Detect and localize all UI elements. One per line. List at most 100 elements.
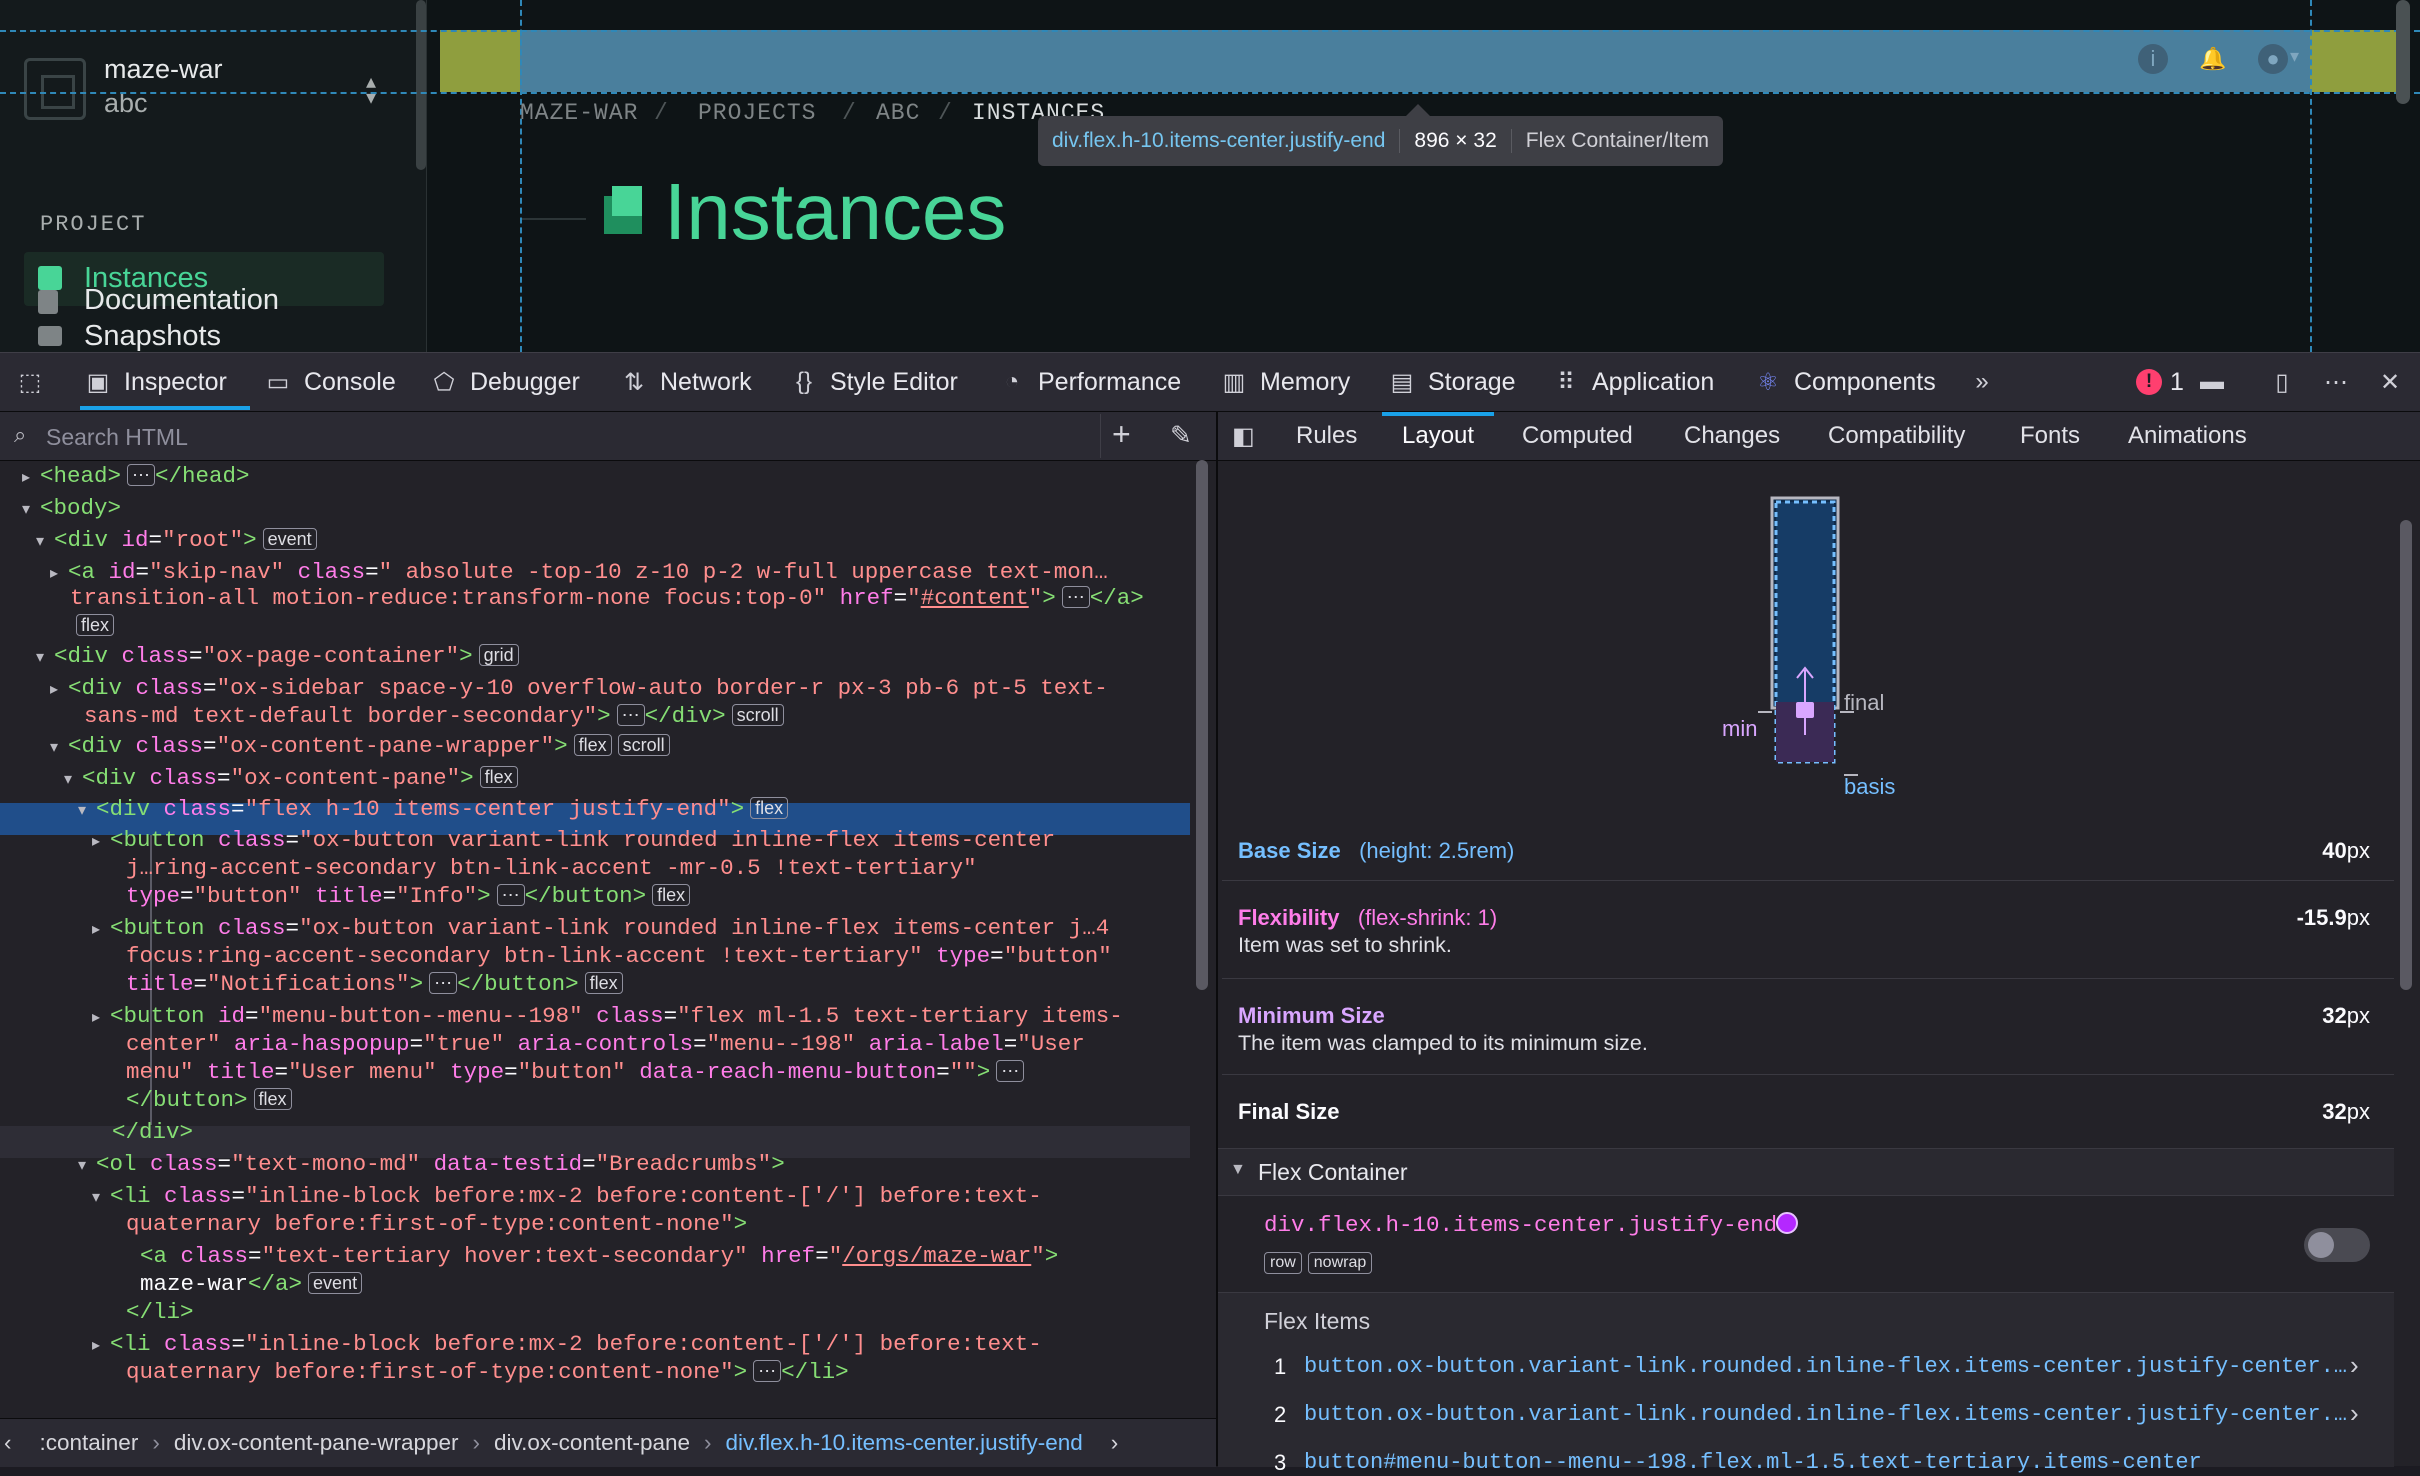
collapsed-twisty-icon[interactable]: ▸ <box>92 1332 110 1360</box>
markup-line[interactable]: ▸ <div class="ox-sidebar space-y-10 overf… <box>50 674 1108 704</box>
highlight-color-swatch[interactable] <box>1776 1212 1798 1234</box>
nav-item-documentation[interactable]: Documentation <box>84 284 279 317</box>
markup-line[interactable]: quaternary before:first-of-type:content-… <box>126 1210 747 1238</box>
tab-compatibility[interactable]: Compatibility <box>1828 412 1965 460</box>
collapsed-twisty-icon[interactable]: ▸ <box>92 828 110 856</box>
breadcrumb-maze-war[interactable]: MAZE-WAR <box>520 100 638 126</box>
markup-line[interactable]: </button> flex <box>126 1086 292 1114</box>
breadcrumb-node[interactable]: :container <box>26 1430 153 1456</box>
markup-line[interactable]: ▸ <li class="inline-block before:mx-2 bef… <box>92 1330 1042 1360</box>
tab-debugger[interactable]: ⬠ Debugger <box>430 353 580 411</box>
project-switcher-icon[interactable]: ▴ ▾ <box>366 72 376 108</box>
markup-line[interactable]: </li> <box>126 1298 194 1326</box>
markup-line[interactable]: ▸ <button id="menu-button--menu--198" cla… <box>92 1002 1123 1032</box>
tab-inspector[interactable]: ▣ Inspector <box>84 353 227 411</box>
toggle-pane-icon[interactable]: ◧ <box>1232 422 1255 451</box>
markup-line[interactable]: flex <box>70 612 115 640</box>
breadcrumb-projects[interactable]: PROJECTS <box>698 100 816 126</box>
tab-console[interactable]: ▭ Console <box>264 353 396 411</box>
tab-rules[interactable]: Rules <box>1296 412 1357 460</box>
tab-changes[interactable]: Changes <box>1684 412 1780 460</box>
markup-line[interactable]: ▾ <div class="ox-content-pane-wrapper"> fl… <box>50 732 670 762</box>
collapsed-twisty-icon[interactable]: ▸ <box>92 916 110 944</box>
error-count-button[interactable]: ! 1 <box>2136 353 2184 411</box>
collapsed-twisty-icon[interactable]: ▸ <box>50 560 68 588</box>
expanded-twisty-icon[interactable]: ▾ <box>36 644 54 672</box>
flex-container-selector[interactable]: div.flex.h-10.items-center.justify-end <box>1264 1212 1777 1238</box>
expanded-twisty-icon[interactable]: ▾ <box>36 528 54 556</box>
flex-item-link[interactable]: button.ox-button.variant-link.rounded.in… <box>1304 1354 2347 1379</box>
expanded-twisty-icon[interactable]: ▾ <box>22 496 40 524</box>
preview-scrollbar[interactable] <box>2396 0 2410 104</box>
markup-line[interactable]: type="button" title="Info"> ⋯ </button> fle… <box>126 882 691 910</box>
markup-line[interactable]: ▾ <ol class="text-mono-md" data-testid="B… <box>78 1150 785 1180</box>
markup-line[interactable]: ▾ <li class="inline-block before:mx-2 bef… <box>92 1182 1042 1212</box>
markup-line[interactable]: center" aria-haspopup="true" aria-contro… <box>126 1030 1085 1058</box>
overflow-tabs-icon[interactable]: » <box>1968 353 2008 411</box>
tab-components[interactable]: ⚛ Components <box>1754 353 1936 411</box>
markup-line[interactable]: ▾ <div id="root"> event <box>36 526 317 556</box>
tab-animations[interactable]: Animations <box>2128 412 2247 460</box>
markup-line[interactable]: title="Notifications"> ⋯ </button> flex <box>126 970 623 998</box>
markup-line[interactable]: ▾ <div class="flex h-10 items-center just… <box>78 795 789 825</box>
markup-line[interactable]: ▾ <div class="ox-content-pane"> flex <box>64 764 518 794</box>
markup-line[interactable]: focus:ring-accent-secondary btn-link-acc… <box>126 942 1112 970</box>
chevron-right-icon[interactable]: › <box>2350 1350 2359 1381</box>
markup-line[interactable]: <a class="text-tertiary hover:text-secon… <box>140 1242 1058 1270</box>
user-menu-icon[interactable]: ● <box>2258 44 2288 74</box>
markup-line[interactable]: ▸ <head> ⋯ </head> <box>22 462 250 492</box>
breadcrumb-node[interactable]: div.ox-content-pane-wrapper <box>160 1430 473 1456</box>
flex-item-link[interactable]: button#menu-button--menu--198.flex.ml-1.… <box>1304 1450 2202 1475</box>
collapsed-twisty-icon[interactable]: ▸ <box>92 1004 110 1032</box>
markup-line[interactable]: j…ring-accent-secondary btn-link-accent … <box>126 854 977 882</box>
ruler-icon[interactable]: ▬ <box>2198 353 2238 411</box>
flex-container-header[interactable]: ▼ Flex Container <box>1218 1148 2394 1196</box>
tab-storage[interactable]: ▤ Storage <box>1388 353 1516 411</box>
tab-network[interactable]: ⇅ Network <box>620 353 752 411</box>
markup-line[interactable]: ▾ <body> <box>22 494 121 524</box>
markup-line[interactable]: maze-war</a> event <box>140 1270 363 1298</box>
markup-line[interactable]: transition-all motion-reduce:transform-n… <box>70 584 1144 612</box>
element-picker-icon[interactable]: ⬚ <box>16 353 56 411</box>
tab-memory[interactable]: ▥ Memory <box>1220 353 1351 411</box>
sidebar-scrollbar[interactable] <box>416 0 426 170</box>
dock-side-icon[interactable]: ▯ <box>2268 353 2308 411</box>
collapsed-twisty-icon[interactable]: ▸ <box>50 676 68 704</box>
close-icon[interactable]: ✕ <box>2376 353 2416 411</box>
tab-style-editor[interactable]: {} Style Editor <box>790 353 958 411</box>
markup-line[interactable]: ▸ <button class="ox-button variant-link r… <box>92 826 1055 856</box>
flex-item-link[interactable]: button.ox-button.variant-link.rounded.in… <box>1304 1402 2347 1427</box>
tab-application[interactable]: ⠿ Application <box>1552 353 1714 411</box>
tab-computed[interactable]: Computed <box>1522 412 1633 460</box>
more-options-icon[interactable]: ⋯ <box>2322 353 2362 411</box>
tab-fonts[interactable]: Fonts <box>2020 412 2080 460</box>
markup-line[interactable]: sans-md text-default border-secondary"> ⋯… <box>84 702 784 730</box>
highlight-toggle[interactable] <box>2304 1228 2370 1262</box>
expanded-twisty-icon[interactable]: ▾ <box>92 1184 110 1212</box>
tab-layout[interactable]: Layout <box>1402 412 1474 460</box>
breadcrumb-node[interactable]: div.ox-content-pane <box>480 1430 704 1456</box>
markup-line[interactable]: ▸ <button class="ox-button variant-link r… <box>92 914 1109 944</box>
markup-line[interactable]: menu" title="User menu" type="button" da… <box>126 1058 1025 1086</box>
collapsed-twisty-icon[interactable]: ▸ <box>22 464 40 492</box>
eyedropper-icon[interactable]: ✎ <box>1170 420 1192 451</box>
bell-icon[interactable]: 🔔 <box>2198 44 2228 74</box>
sidebar-scrollbar[interactable] <box>2400 520 2412 990</box>
markup-line[interactable]: </div> <box>112 1118 193 1146</box>
markup-line[interactable]: ▾ <div class="ox-page-container"> grid <box>36 642 519 672</box>
nav-item-snapshots[interactable]: Snapshots <box>84 320 221 352</box>
breadcrumb-abc[interactable]: ABC <box>876 100 920 126</box>
chevron-right-icon[interactable]: › <box>1097 1430 1133 1456</box>
chevron-left-icon[interactable]: ‹ <box>0 1430 26 1456</box>
search-html-input[interactable] <box>44 420 1078 454</box>
markup-scrollbar[interactable] <box>1196 460 1208 990</box>
expanded-twisty-icon[interactable]: ▾ <box>64 766 82 794</box>
breadcrumb-node-current[interactable]: div.flex.h-10.items-center.justify-end <box>712 1430 1097 1456</box>
expanded-twisty-icon[interactable]: ▾ <box>78 1152 96 1180</box>
expanded-twisty-icon[interactable]: ▾ <box>50 734 68 762</box>
tab-performance[interactable]: ◔ Performance <box>998 353 1181 411</box>
info-icon[interactable]: i <box>2138 44 2168 74</box>
add-node-icon[interactable]: + <box>1112 416 1131 453</box>
expanded-twisty-icon[interactable]: ▾ <box>78 797 96 825</box>
chevron-right-icon[interactable]: › <box>2350 1398 2359 1429</box>
